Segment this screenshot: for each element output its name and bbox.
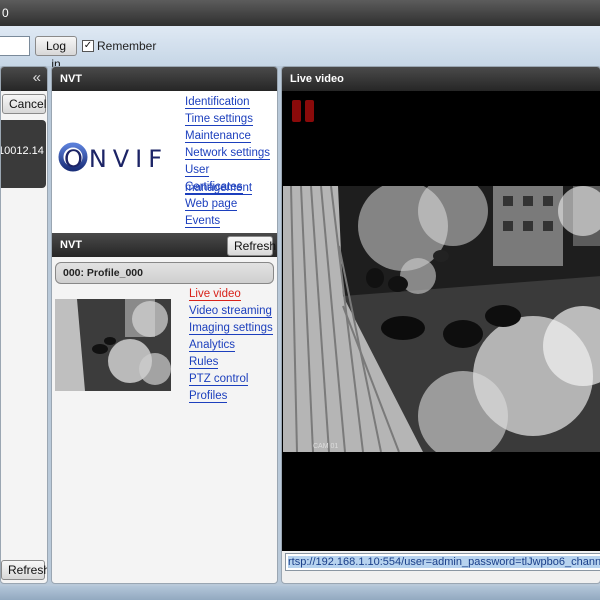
menu-item-time-settings: Time settings	[185, 110, 277, 127]
menu-item-video-streaming: Video streaming	[189, 302, 273, 319]
menu-item-identification: Identification	[185, 93, 277, 110]
device-address: 10012.14	[0, 145, 44, 157]
profile-menu: Live video Video streaming Imaging setti…	[189, 285, 273, 404]
profiles-link[interactable]: Profiles	[189, 390, 228, 403]
certificates-link[interactable]: Certificates	[185, 181, 243, 194]
web-page-link[interactable]: Web page	[185, 198, 238, 211]
analytics-link[interactable]: Analytics	[189, 339, 236, 352]
profile-thumbnail[interactable]	[55, 299, 171, 391]
nvt-refresh-button[interactable]: Refresh	[227, 236, 276, 256]
menu-item-profiles: Profiles	[189, 387, 273, 404]
remember-control[interactable]: ✓ Remember	[82, 39, 156, 53]
onvif-logo-icon: ONVIF	[58, 142, 164, 173]
stream-url-field[interactable]: rtsp://192.168.1.10:554/user=admin_passw…	[285, 553, 600, 571]
window-bottom-edge	[0, 586, 600, 600]
menu-item-events: Events	[185, 212, 277, 229]
live-video-panel: Live video CAM 01 rtsp://192.168.1.10:55…	[281, 66, 600, 584]
window-titlebar: 0	[0, 0, 600, 26]
menu-item-rules: Rules	[189, 353, 273, 370]
maintenance-link[interactable]: Maintenance	[185, 130, 251, 143]
cancel-button[interactable]: Cancel	[2, 94, 46, 114]
menu-item-imaging-settings: Imaging settings	[189, 319, 273, 336]
password-input[interactable]	[0, 36, 30, 56]
pause-icon[interactable]	[292, 100, 314, 122]
menu-item-network-settings: Network settings	[185, 144, 277, 161]
video-viewport[interactable]: CAM 01	[282, 91, 600, 551]
imaging-settings-link[interactable]: Imaging settings	[189, 322, 273, 335]
device-list-panel: « Cancel 10012.14 Refresh	[0, 66, 48, 584]
pause-bar-right	[305, 100, 314, 122]
collapse-icon[interactable]: «	[33, 69, 41, 86]
remember-checkbox[interactable]: ✓	[82, 40, 94, 52]
login-button[interactable]: Log in	[35, 36, 77, 71]
live-video-header: Live video	[282, 67, 600, 91]
live-video-link[interactable]: Live video	[189, 288, 241, 301]
stream-url-text: rtsp://192.168.1.10:554/user=admin_passw…	[288, 556, 600, 568]
menu-item-certificates: Certificates	[185, 178, 277, 195]
menu-item-ptz-control: PTZ control	[189, 370, 273, 387]
nvt-header: NVT	[52, 67, 277, 91]
camera-frame: CAM 01	[283, 186, 600, 452]
nvt-menu: Identification Time settings Maintenance…	[185, 93, 277, 229]
window-title: 0	[2, 6, 9, 20]
remember-label: Remember	[97, 39, 157, 53]
network-settings-link[interactable]: Network settings	[185, 147, 271, 160]
video-streaming-link[interactable]: Video streaming	[189, 305, 272, 318]
menu-item-analytics: Analytics	[189, 336, 273, 353]
device-list-header: «	[1, 67, 47, 91]
identification-link[interactable]: Identification	[185, 96, 250, 109]
menu-item-live-video: Live video	[189, 285, 273, 302]
pause-bar-left	[292, 100, 301, 122]
camera-label: CAM 01	[313, 443, 338, 450]
device-refresh-button[interactable]: Refresh	[1, 560, 47, 580]
time-settings-link[interactable]: Time settings	[185, 113, 253, 126]
menu-item-maintenance: Maintenance	[185, 127, 277, 144]
rules-link[interactable]: Rules	[189, 356, 219, 369]
device-list-item[interactable]: 10012.14	[1, 120, 46, 188]
events-link[interactable]: Events	[185, 215, 221, 228]
login-bar: Log in ✓ Remember	[0, 26, 600, 71]
onvif-logo-text: ONVIF	[64, 145, 164, 173]
profile-selector[interactable]: 000: Profile_000	[55, 262, 274, 284]
nvt-info-area: ONVIF Identification Time settings Maint…	[52, 91, 277, 233]
nvt-panel: NVT ONVIF Identification Time settings M…	[51, 66, 278, 584]
menu-item-user-management: User management	[185, 161, 277, 195]
ptz-control-link[interactable]: PTZ control	[189, 373, 249, 386]
menu-item-web-page: Web page	[185, 195, 277, 212]
